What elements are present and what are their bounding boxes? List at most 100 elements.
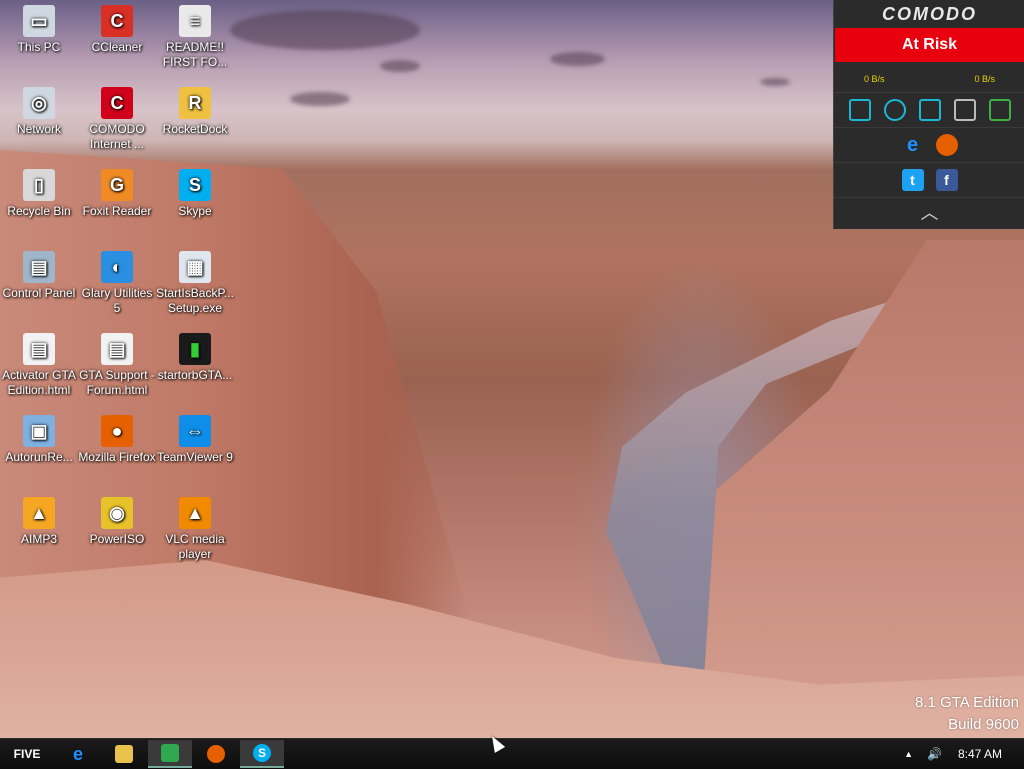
desktop-icon-label: VLC media player (165, 532, 225, 561)
ccleaner-icon: C (101, 5, 133, 37)
desktop-icon-label: PowerISO (89, 532, 145, 546)
collapse-chevron-up-icon[interactable]: ︿ (834, 197, 1024, 226)
desktop-icon-label: GTA Support - Forum.html (79, 368, 155, 397)
cloud (550, 52, 605, 66)
rocketdock-icon: R (179, 87, 211, 119)
sandbox-icon[interactable] (953, 99, 976, 121)
upload-speed: 0 B/s (974, 74, 995, 84)
desktop-icon-label: RocketDock (162, 122, 228, 136)
file-explorer-icon (115, 745, 133, 763)
desktop-icon-label: TeamViewer 9 (157, 450, 233, 464)
internet-explorer-icon: e (72, 743, 83, 764)
computer-icon: ▭ (23, 5, 55, 37)
facebook-icon[interactable]: f (935, 169, 958, 191)
desktop-icon-label: README!! FIRST FO... (162, 40, 228, 69)
desktop-icon[interactable]: S Skype (156, 164, 234, 219)
control-panel-icon: ▤ (23, 251, 55, 283)
store-icon (161, 744, 179, 762)
cloud (230, 10, 420, 50)
comodo-icon: C (101, 87, 133, 119)
comodo-browsers-row: e (834, 127, 1024, 162)
image-file-icon: ▮ (179, 333, 211, 365)
html-file-icon: ▤ (101, 333, 133, 365)
skype-icon: S (179, 169, 211, 201)
desktop-icon-label: This PC (17, 40, 61, 54)
start-logo-text: FIVE (13, 747, 41, 761)
edition-label: 8.1 GTA Edition (915, 694, 1019, 711)
desktop-icon[interactable]: ▲ VLC media player (156, 492, 234, 562)
dashboard-icon[interactable] (918, 99, 941, 121)
desktop-icon-label: Foxit Reader (82, 204, 152, 218)
show-hidden-icons-icon[interactable]: ▲ (904, 749, 913, 759)
firefox-icon: ● (101, 415, 133, 447)
desktop-icon[interactable]: ▭ This PC (0, 0, 78, 55)
desktop-icon-label: Mozilla Firefox (78, 450, 156, 464)
aimp-icon: ▲ (23, 497, 55, 529)
desktop-icon[interactable]: R RocketDock (156, 82, 234, 137)
taskbar: FIVE e S ▲ 🔊 8:47 AM (0, 738, 1024, 769)
autorun-icon: ▣ (23, 415, 55, 447)
desktop-icon[interactable]: ▤ GTA Support - Forum.html (78, 328, 156, 398)
desktop-icon-label: CCleaner (91, 40, 143, 54)
desktop-icon[interactable]: ● Mozilla Firefox (78, 410, 156, 465)
desktop-icon-label: Recycle Bin (7, 204, 71, 218)
cloud (380, 60, 420, 72)
desktop-icon[interactable]: ▦ StartIsBackP... Setup.exe (156, 246, 234, 316)
taskbar-skype[interactable]: S (240, 740, 284, 768)
start-button[interactable]: FIVE (4, 740, 50, 768)
desktop-icon-label: Network (16, 122, 61, 136)
tasks-icon[interactable] (848, 99, 871, 121)
vlc-icon: ▲ (179, 497, 211, 529)
poweriso-icon: ◉ (101, 497, 133, 529)
cloud (290, 92, 350, 106)
comodo-social-row: t f (834, 162, 1024, 197)
virtual-desktop-icon[interactable] (988, 99, 1011, 121)
firefox-icon[interactable] (935, 134, 958, 156)
desktop-icon[interactable]: ▲ AIMP3 (0, 492, 78, 547)
desktop-icon[interactable]: ▯ Recycle Bin (0, 164, 78, 219)
taskbar-firefox[interactable] (194, 740, 238, 768)
desktop-icon[interactable]: ◉ PowerISO (78, 492, 156, 547)
desktop-icon[interactable]: ≡ README!! FIRST FO... (156, 0, 234, 70)
desktop-icon-label: AutorunRe... (5, 450, 73, 464)
clock[interactable]: 8:47 AM (958, 747, 1002, 761)
desktop-icon[interactable]: ▮ startorbGTA... (156, 328, 234, 383)
cloud (760, 78, 790, 86)
foxit-icon: G (101, 169, 133, 201)
desktop-icon[interactable]: C CCleaner (78, 0, 156, 55)
network-icon: ◎ (23, 87, 55, 119)
taskbar-file-explorer[interactable] (102, 740, 146, 768)
security-status-banner[interactable]: At Risk (835, 28, 1024, 62)
desktop-icon-label: Glary Utilities 5 (81, 286, 153, 315)
desktop-icon[interactable]: C COMODO Internet ... (78, 82, 156, 152)
desktop-icon-label: AIMP3 (20, 532, 57, 546)
firefox-icon (207, 745, 225, 763)
desktop-icon[interactable]: ▤ Activator GTA Edition.html (0, 328, 78, 398)
desktop-icon[interactable]: ▤ Control Panel (0, 246, 78, 301)
download-speed: 0 B/s (864, 74, 885, 84)
sync-icon[interactable] (883, 99, 906, 121)
desktop-icon[interactable]: ◐ Glary Utilities 5 (78, 246, 156, 316)
document-icon: ≡ (179, 5, 211, 37)
system-tray: ▲ 🔊 8:47 AM (904, 739, 1024, 769)
skype-icon: S (253, 744, 271, 762)
taskbar-internet-explorer[interactable]: e (56, 740, 100, 768)
desktop-icon-label: Skype (178, 204, 212, 218)
desktop-icon[interactable]: ◎ Network (0, 82, 78, 137)
desktop-icon-label: Activator GTA Edition.html (2, 368, 76, 397)
internet-explorer-icon[interactable]: e (902, 134, 924, 156)
desktop-icon-label: startorbGTA... (157, 368, 233, 382)
desktop-icon-label: StartIsBackP... Setup.exe (156, 286, 234, 315)
desktop-icon-label: Control Panel (2, 286, 76, 300)
glary-icon: ◐ (101, 251, 133, 283)
twitter-icon[interactable]: t (901, 169, 924, 191)
volume-icon[interactable]: 🔊 (927, 747, 942, 761)
installer-icon: ▦ (179, 251, 211, 283)
taskbar-store[interactable] (148, 740, 192, 768)
build-label: Build 9600 (948, 716, 1019, 733)
desktop-icon[interactable]: ⇔ TeamViewer 9 (156, 410, 234, 465)
comodo-logo: COMODO (882, 4, 977, 24)
desktop-icon[interactable]: G Foxit Reader (78, 164, 156, 219)
teamviewer-icon: ⇔ (179, 415, 211, 447)
desktop-icon[interactable]: ▣ AutorunRe... (0, 410, 78, 465)
